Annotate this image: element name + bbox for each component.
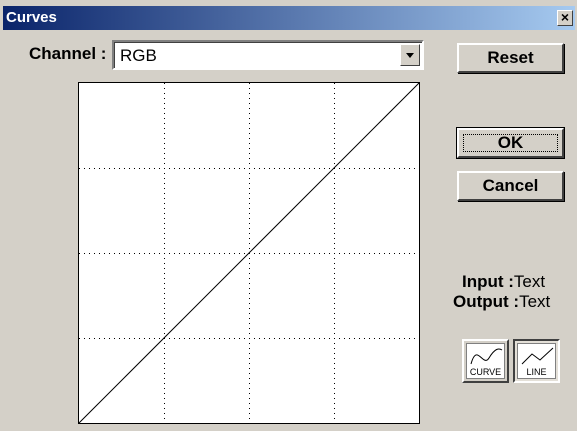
reset-label: Reset — [487, 48, 534, 67]
curve-mode-face: CURVE — [466, 343, 505, 379]
output-label: Output : — [453, 292, 520, 311]
curve-mode-label: CURVE — [469, 367, 502, 377]
output-readout: Output :Text — [453, 292, 550, 312]
line-mode-face: LINE — [517, 343, 556, 379]
channel-value: RGB — [120, 46, 157, 65]
curve-graph-canvas — [79, 83, 419, 423]
close-button[interactable]: × — [557, 10, 573, 26]
line-mode-label: LINE — [526, 367, 547, 377]
channel-label: Channel : — [29, 44, 107, 63]
title-bar[interactable]: Curves × — [3, 6, 575, 30]
input-value: Text — [513, 272, 546, 291]
curve-mode-button[interactable]: CURVE — [462, 339, 509, 383]
cancel-label: Cancel — [482, 176, 539, 195]
input-readout: Input :Text — [462, 272, 545, 292]
input-label: Input : — [462, 272, 514, 291]
reset-button[interactable]: Reset — [457, 43, 564, 73]
ok-button[interactable]: OK — [456, 127, 565, 159]
curves-dialog: Curves × Channel : RGB Reset OK Cancel I… — [0, 0, 577, 431]
cancel-button[interactable]: Cancel — [457, 171, 564, 201]
curve-icon — [470, 348, 503, 365]
chevron-down-icon[interactable] — [400, 44, 420, 66]
channel-select[interactable]: RGB — [112, 40, 424, 70]
window-title: Curves — [6, 9, 57, 26]
focus-rect — [463, 134, 558, 152]
line-mode-button[interactable]: LINE — [513, 339, 560, 383]
close-icon: × — [560, 9, 570, 25]
curve-graph[interactable] — [78, 82, 420, 424]
output-value: Text — [519, 292, 551, 311]
line-icon — [521, 347, 554, 365]
